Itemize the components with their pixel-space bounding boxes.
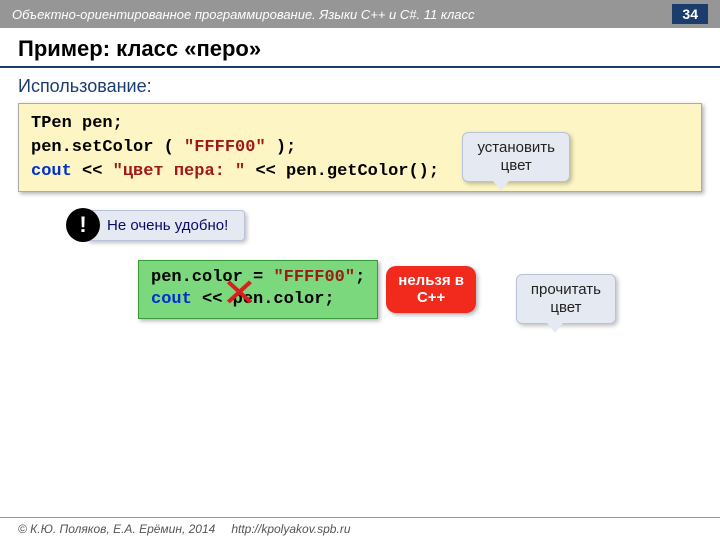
code-line: cout << pen.color; [151,289,365,311]
code-line: TPen pen; [31,112,689,136]
code-text: TPen pen; [31,114,123,133]
callout-set-text: установить цвет [477,139,555,174]
code-keyword: cout [151,290,192,309]
warning-text: Не очень удобно! [86,210,245,241]
code-text: ); [266,138,297,157]
callout-tail-icon [493,181,509,191]
code-text: = [243,268,274,287]
header-bar: Объектно-ориентированное программировани… [0,0,720,28]
code-block-usage: TPen pen; pen.setColor ( "FFFF00" ); cou… [18,103,702,192]
code-block-alt: pen.color = "FFFF00"; cout << pen.color;… [138,260,378,318]
callout-set-color: установить цвет [462,132,570,182]
red-badge: нельзя в C++ [386,266,476,313]
code-keyword: cout [31,162,72,181]
usage-label: Использование: [18,76,702,97]
course-title: Объектно-ориентированное программировани… [12,7,475,22]
callout-tail-icon [547,323,563,333]
footer: © К.Ю. Поляков, Е.А. Ерёмин, 2014 http:/… [0,517,720,540]
code-text: << pen.color; [192,290,335,309]
content-area: Использование: установить цвет TPen pen;… [0,76,720,319]
code-text: pen.setColor ( [31,138,184,157]
warning-row: ! Не очень удобно! [66,208,702,242]
code-string: "цвет пера: " [113,162,246,181]
page-title: Пример: класс «перо» [0,28,720,66]
code-line: pen.color = "FFFF00"; [151,267,365,289]
code-string: "FFFF00" [184,138,266,157]
code-text: << [72,162,113,181]
copyright-text: © К.Ю. Поляков, Е.А. Ерёмин, 2014 [18,522,215,536]
footer-url: http://kpolyakov.spb.ru [231,522,350,536]
title-underline [0,66,720,68]
code-text: ; [355,268,365,287]
code-text: << pen.getColor(); [245,162,439,181]
page-number: 34 [672,4,708,24]
code-line: cout << "цвет пера: " << pen.getColor(); [31,160,689,184]
code-string: "FFFF00" [273,268,355,287]
code-line: pen.setColor ( "FFFF00" ); [31,136,689,160]
green-code-row: pen.color = "FFFF00"; cout << pen.color;… [138,260,702,318]
code-text: pen.color [151,268,243,287]
